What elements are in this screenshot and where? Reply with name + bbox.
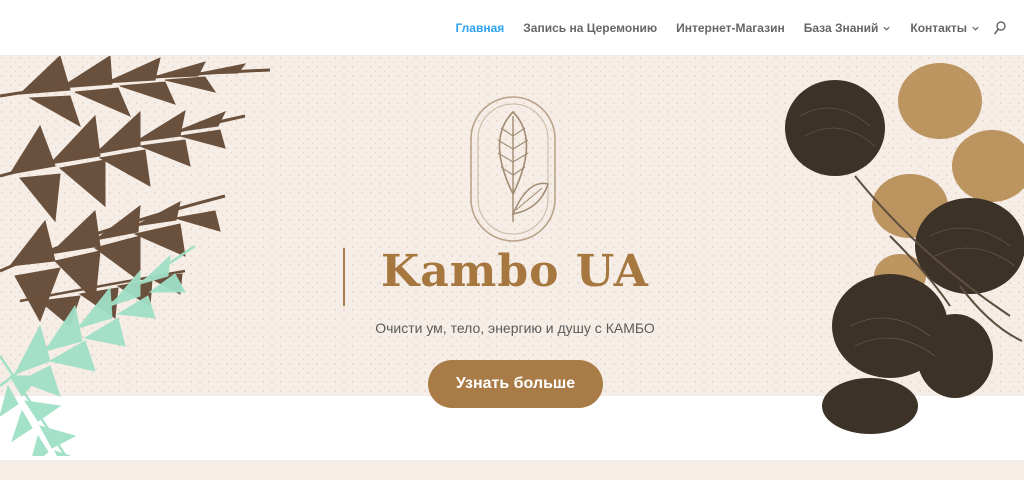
search-icon[interactable] <box>994 21 1006 35</box>
nav-item-home[interactable]: Главная <box>455 21 504 35</box>
title-divider <box>343 248 345 306</box>
chevron-down-icon <box>883 26 891 31</box>
learn-more-button[interactable]: Узнать больше <box>428 360 603 408</box>
main-nav: Главная Запись на Церемонию Интернет-Маг… <box>436 0 1006 56</box>
chevron-down-icon <box>972 26 979 31</box>
leaf-emblem-logo <box>470 96 556 242</box>
nav-item-label: Запись на Церемонию <box>523 21 658 35</box>
nav-item-label: База Знаний <box>803 21 879 35</box>
nav-item-label: Главная <box>455 21 505 35</box>
site-header: Главная Запись на Церемонию Интернет-Маг… <box>0 0 1024 56</box>
hero-title: Kambo UA <box>381 246 649 297</box>
nav-item-knowledge-base[interactable]: База Знаний <box>804 21 892 35</box>
nav-item-contacts[interactable]: Контакты <box>910 21 980 35</box>
nav-item-label: Контакты <box>910 21 967 35</box>
nav-item-ceremony[interactable]: Запись на Церемонию <box>523 21 657 35</box>
hero-tagline: Очисти ум, тело, энергию и душу с КАМБО <box>375 320 655 336</box>
nav-item-label: Интернет-Магазин <box>676 21 785 35</box>
nav-item-shop[interactable]: Интернет-Магазин <box>676 21 785 35</box>
next-section-strip <box>0 460 1024 480</box>
